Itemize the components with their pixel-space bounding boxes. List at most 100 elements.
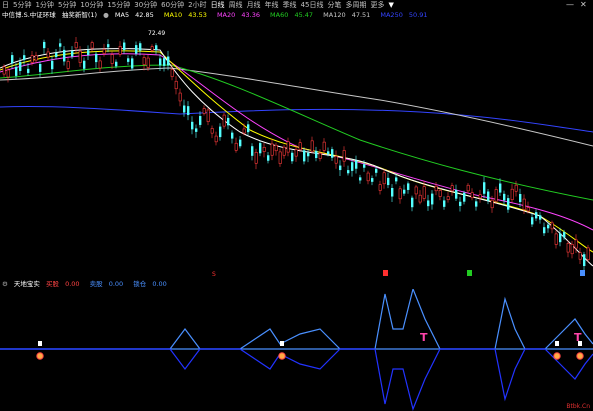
period-tab-0[interactable]: 日 (0, 0, 11, 10)
period-tab-9[interactable]: 日线 (209, 0, 227, 10)
candle (531, 217, 534, 225)
candle (475, 201, 478, 207)
period-tab-4[interactable]: 10分钟 (78, 0, 105, 10)
candle (499, 183, 502, 193)
buy-marker-flag (555, 341, 559, 346)
candle (187, 106, 190, 116)
candle (78, 50, 82, 63)
stock-title[interactable]: 中信博.S.中证环球 (2, 11, 56, 19)
candle (438, 190, 442, 197)
period-tab-12[interactable]: 年线 (263, 0, 281, 10)
candle (234, 142, 238, 151)
candle (74, 42, 78, 49)
candle (450, 185, 454, 192)
candle (443, 200, 446, 207)
sub-indicator-name[interactable]: 天地宝实 (14, 280, 40, 288)
minimize-button[interactable]: — (566, 0, 574, 10)
candle (403, 189, 406, 194)
candle (318, 153, 322, 159)
ma60-label: MA60 45.47 (270, 11, 314, 19)
candle (503, 193, 506, 201)
candle (135, 45, 138, 54)
candle (510, 188, 514, 200)
candle (547, 224, 550, 229)
oscillator-chart[interactable]: T T (0, 289, 593, 411)
period-tab-13[interactable]: 季线 (281, 0, 299, 10)
period-tab-10[interactable]: 周线 (227, 0, 245, 10)
candle (251, 146, 254, 156)
candle (382, 172, 386, 185)
buy-marker-dot (278, 352, 286, 360)
period-tab-1[interactable]: 5分钟 (11, 0, 33, 10)
candle (427, 200, 430, 207)
candle (490, 199, 494, 209)
collapse-arrow-icon[interactable]: ▼ (386, 0, 395, 10)
candle (286, 141, 290, 153)
period-tab-14[interactable]: 45日线 (299, 0, 326, 10)
settings-dot-icon[interactable]: ● (103, 11, 109, 19)
candle (43, 41, 46, 49)
candle (378, 184, 382, 191)
candle (327, 151, 330, 155)
period-tab-6[interactable]: 30分钟 (132, 0, 159, 10)
buy-marker-dot (553, 352, 561, 360)
settings-gear-icon[interactable]: ⚙ (2, 280, 8, 288)
period-tab-5[interactable]: 15分钟 (105, 0, 132, 10)
candle (566, 243, 570, 253)
period-tab-8[interactable]: 2小时 (186, 0, 208, 10)
indicator-subtitle[interactable]: 抽奖新智(1) (62, 11, 97, 19)
candle (310, 140, 314, 152)
candle (431, 193, 434, 205)
candle (262, 147, 266, 152)
candle (298, 142, 302, 151)
period-tab-2[interactable]: 1分钟 (33, 0, 55, 10)
candlestick-chart[interactable]: S (0, 20, 593, 290)
candle (127, 58, 130, 62)
candle (371, 178, 374, 182)
candles-group (2, 36, 590, 271)
candle (351, 162, 354, 171)
oscillator-lower (0, 348, 593, 411)
candle (39, 63, 42, 72)
candle (563, 232, 566, 238)
candle (30, 55, 34, 63)
period-tab-11[interactable]: 月线 (245, 0, 263, 10)
ma20-label: MA20 43.36 (216, 11, 260, 19)
candle (59, 43, 62, 47)
candle (118, 46, 122, 55)
candle (470, 192, 474, 199)
period-tab-3[interactable]: 5分钟 (56, 0, 78, 10)
candle (87, 50, 90, 56)
candle (459, 201, 462, 206)
candle (66, 61, 70, 69)
candle (123, 42, 126, 50)
candle (559, 233, 562, 243)
candle (278, 151, 282, 164)
candle (487, 191, 490, 201)
candle (219, 126, 222, 138)
candle (174, 80, 178, 90)
candle (6, 69, 10, 78)
candle (339, 165, 342, 171)
candle (359, 177, 362, 181)
close-button[interactable]: ✕ (580, 0, 587, 10)
candle (142, 57, 146, 65)
period-tab-15[interactable]: 分笔 (325, 0, 343, 10)
period-tab-17[interactable]: 更多 (368, 0, 386, 10)
buy-marker-dot (36, 352, 44, 360)
candle (46, 51, 50, 58)
candle (242, 128, 246, 134)
period-tab-16[interactable]: 多周期 (343, 0, 368, 10)
lock-value: 锁仓 0.00 (133, 280, 167, 288)
candle (411, 197, 414, 208)
period-tab-7[interactable]: 60分钟 (159, 0, 186, 10)
candle (274, 144, 278, 152)
candle (398, 188, 402, 200)
candle (539, 215, 542, 220)
candle (51, 60, 54, 70)
candle (483, 182, 486, 194)
candle (102, 49, 106, 54)
candle (107, 44, 110, 48)
candle (578, 252, 582, 260)
candle (71, 51, 74, 57)
